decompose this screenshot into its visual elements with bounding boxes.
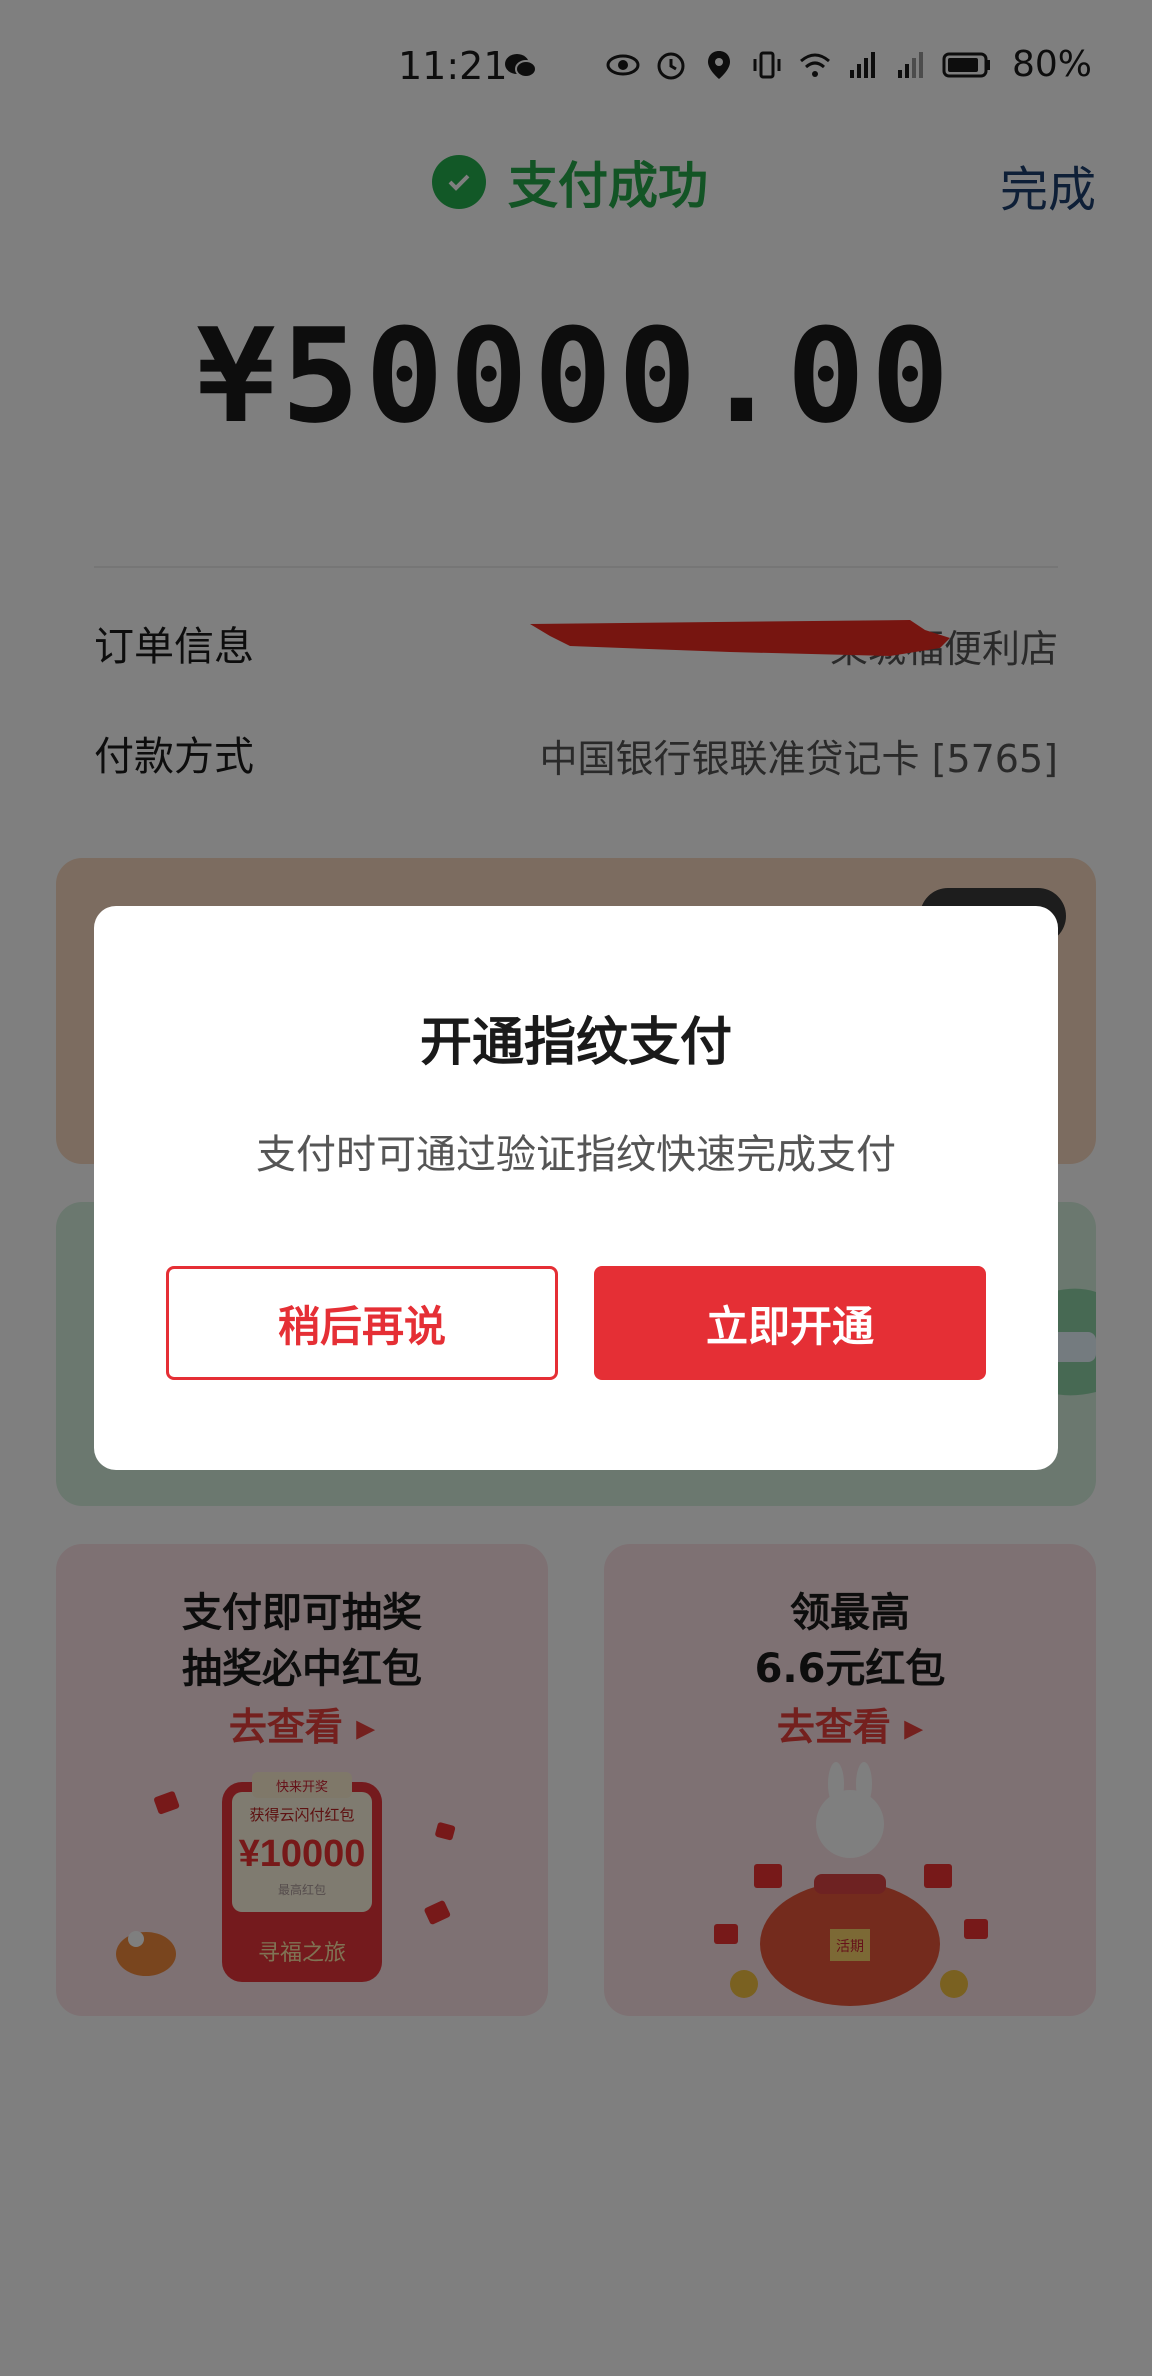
dialog-message: 支付时可通过验证指纹快速完成支付 [256, 1132, 896, 1178]
payment-result-page: 11:21 [0, 0, 1152, 2376]
dialog-title: 开通指纹支付 [419, 1013, 732, 1073]
fingerprint-dialog: 开通指纹支付 支付时可通过验证指纹快速完成支付 稍后再说 立即开通 [94, 906, 1058, 1470]
enable-now-button[interactable]: 立即开通 [594, 1266, 986, 1380]
later-button[interactable]: 稍后再说 [166, 1266, 558, 1380]
